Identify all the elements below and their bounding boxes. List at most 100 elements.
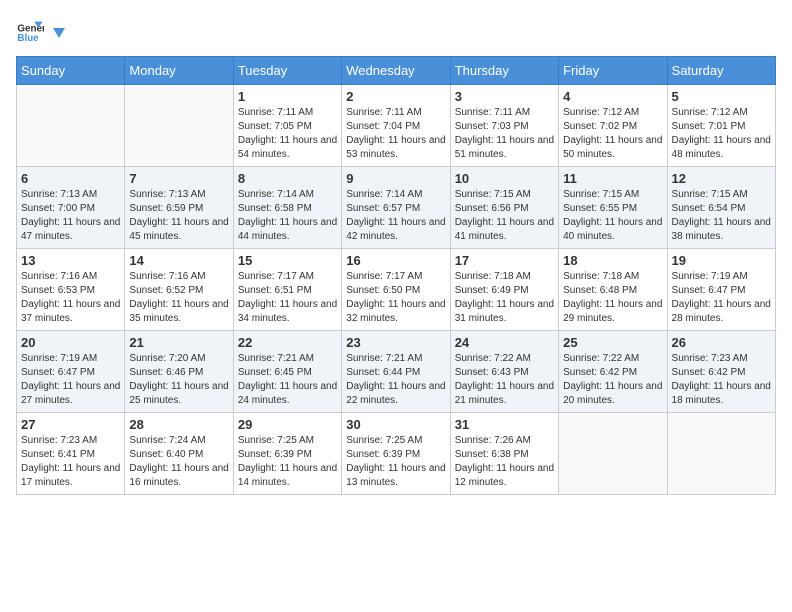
day-number: 11 [563, 171, 662, 186]
day-cell-14: 14 Sunrise: 7:16 AMSunset: 6:52 PMDayligh… [125, 249, 233, 331]
day-info: Sunrise: 7:13 AMSunset: 7:00 PMDaylight:… [21, 188, 120, 244]
day-cell-2: 2 Sunrise: 7:11 AMSunset: 7:04 PMDaylight… [342, 85, 450, 167]
day-info: Sunrise: 7:15 AMSunset: 6:56 PMDaylight:… [455, 188, 554, 244]
weekday-header-row: SundayMondayTuesdayWednesdayThursdayFrid… [17, 57, 776, 85]
day-info: Sunrise: 7:25 AMSunset: 6:39 PMDaylight:… [346, 434, 445, 490]
day-info: Sunrise: 7:16 AMSunset: 6:53 PMDaylight:… [21, 270, 120, 326]
day-cell-12: 12Sunrise: 7:15 AMSunset: 6:54 PMDayligh… [667, 167, 775, 249]
day-number: 9 [346, 171, 445, 186]
logo-triangle-icon [49, 24, 67, 42]
day-cell-10: 10 Sunrise: 7:15 AMSunset: 6:56 PMDayligh… [450, 167, 558, 249]
day-number: 27 [21, 417, 120, 432]
day-info: Sunrise: 7:16 AMSunset: 6:52 PMDaylight:… [129, 270, 228, 326]
day-info: Sunrise: 7:11 AMSunset: 7:03 PMDaylight:… [455, 106, 554, 162]
day-number: 2 [346, 89, 445, 104]
day-cell-1: 1 Sunrise: 7:11 AMSunset: 7:05 PMDaylight… [233, 85, 341, 167]
day-info: Sunrise: 7:23 AMSunset: 6:41 PMDaylight:… [21, 434, 120, 490]
day-cell-20: 20 Sunrise: 7:19 AMSunset: 6:47 PMDayligh… [17, 331, 125, 413]
week-row-2: 6Sunrise: 7:13 AMSunset: 7:00 PMDaylight… [17, 167, 776, 249]
day-info: Sunrise: 7:12 AMSunset: 7:02 PMDaylight:… [563, 106, 662, 162]
day-info: Sunrise: 7:24 AMSunset: 6:40 PMDaylight:… [129, 434, 228, 490]
day-info: Sunrise: 7:22 AMSunset: 6:42 PMDaylight:… [563, 352, 662, 408]
day-info: Sunrise: 7:21 AMSunset: 6:44 PMDaylight:… [346, 352, 445, 408]
day-info: Sunrise: 7:15 AMSunset: 6:54 PMDaylight:… [672, 188, 771, 244]
weekday-header-thursday: Thursday [450, 57, 558, 85]
day-number: 25 [563, 335, 662, 350]
day-number: 16 [346, 253, 445, 268]
day-number: 7 [129, 171, 228, 186]
day-number: 15 [238, 253, 337, 268]
day-number: 28 [129, 417, 228, 432]
day-cell-29: 29 Sunrise: 7:25 AMSunset: 6:39 PMDayligh… [233, 413, 341, 495]
day-cell-5: 5 Sunrise: 7:12 AMSunset: 7:01 PMDaylight… [667, 85, 775, 167]
weekday-header-tuesday: Tuesday [233, 57, 341, 85]
day-info: Sunrise: 7:11 AMSunset: 7:05 PMDaylight:… [238, 106, 337, 162]
day-cell-6: 6Sunrise: 7:13 AMSunset: 7:00 PMDaylight… [17, 167, 125, 249]
day-info: Sunrise: 7:18 AMSunset: 6:49 PMDaylight:… [455, 270, 554, 326]
day-info: Sunrise: 7:21 AMSunset: 6:45 PMDaylight:… [238, 352, 337, 408]
empty-day-cell [667, 413, 775, 495]
day-info: Sunrise: 7:12 AMSunset: 7:01 PMDaylight:… [672, 106, 771, 162]
day-info: Sunrise: 7:14 AMSunset: 6:58 PMDaylight:… [238, 188, 337, 244]
day-info: Sunrise: 7:14 AMSunset: 6:57 PMDaylight:… [346, 188, 445, 244]
day-cell-25: 25 Sunrise: 7:22 AMSunset: 6:42 PMDayligh… [559, 331, 667, 413]
weekday-header-wednesday: Wednesday [342, 57, 450, 85]
day-info: Sunrise: 7:11 AMSunset: 7:04 PMDaylight:… [346, 106, 445, 162]
day-number: 14 [129, 253, 228, 268]
day-cell-31: 31 Sunrise: 7:26 AMSunset: 6:38 PMDayligh… [450, 413, 558, 495]
logo-icon: General Blue [16, 16, 44, 44]
day-cell-7: 7 Sunrise: 7:13 AMSunset: 6:59 PMDaylight… [125, 167, 233, 249]
svg-text:Blue: Blue [17, 33, 39, 44]
day-cell-8: 8 Sunrise: 7:14 AMSunset: 6:58 PMDaylight… [233, 167, 341, 249]
day-info: Sunrise: 7:23 AMSunset: 6:42 PMDaylight:… [672, 352, 771, 408]
week-row-3: 13 Sunrise: 7:16 AMSunset: 6:53 PMDayligh… [17, 249, 776, 331]
day-number: 13 [21, 253, 120, 268]
day-cell-28: 28 Sunrise: 7:24 AMSunset: 6:40 PMDayligh… [125, 413, 233, 495]
empty-day-cell [559, 413, 667, 495]
day-info: Sunrise: 7:17 AMSunset: 6:51 PMDaylight:… [238, 270, 337, 326]
day-cell-16: 16 Sunrise: 7:17 AMSunset: 6:50 PMDayligh… [342, 249, 450, 331]
day-number: 8 [238, 171, 337, 186]
weekday-header-sunday: Sunday [17, 57, 125, 85]
day-cell-23: 23 Sunrise: 7:21 AMSunset: 6:44 PMDayligh… [342, 331, 450, 413]
day-cell-3: 3Sunrise: 7:11 AMSunset: 7:03 PMDaylight… [450, 85, 558, 167]
day-info: Sunrise: 7:17 AMSunset: 6:50 PMDaylight:… [346, 270, 445, 326]
calendar-table: SundayMondayTuesdayWednesdayThursdayFrid… [16, 56, 776, 495]
day-number: 4 [563, 89, 662, 104]
day-cell-9: 9 Sunrise: 7:14 AMSunset: 6:57 PMDaylight… [342, 167, 450, 249]
weekday-header-friday: Friday [559, 57, 667, 85]
day-number: 19 [672, 253, 771, 268]
day-number: 30 [346, 417, 445, 432]
week-row-4: 20 Sunrise: 7:19 AMSunset: 6:47 PMDayligh… [17, 331, 776, 413]
day-number: 10 [455, 171, 554, 186]
day-number: 23 [346, 335, 445, 350]
day-cell-21: 21Sunrise: 7:20 AMSunset: 6:46 PMDayligh… [125, 331, 233, 413]
header: General Blue [16, 16, 776, 44]
empty-day-cell [17, 85, 125, 167]
day-number: 31 [455, 417, 554, 432]
day-info: Sunrise: 7:19 AMSunset: 6:47 PMDaylight:… [21, 352, 120, 408]
day-info: Sunrise: 7:13 AMSunset: 6:59 PMDaylight:… [129, 188, 228, 244]
day-number: 26 [672, 335, 771, 350]
day-number: 17 [455, 253, 554, 268]
day-number: 24 [455, 335, 554, 350]
logo: General Blue [16, 16, 68, 44]
day-info: Sunrise: 7:22 AMSunset: 6:43 PMDaylight:… [455, 352, 554, 408]
day-info: Sunrise: 7:26 AMSunset: 6:38 PMDaylight:… [455, 434, 554, 490]
day-info: Sunrise: 7:19 AMSunset: 6:47 PMDaylight:… [672, 270, 771, 326]
day-info: Sunrise: 7:25 AMSunset: 6:39 PMDaylight:… [238, 434, 337, 490]
day-info: Sunrise: 7:18 AMSunset: 6:48 PMDaylight:… [563, 270, 662, 326]
day-number: 21 [129, 335, 228, 350]
day-cell-18: 18 Sunrise: 7:18 AMSunset: 6:48 PMDayligh… [559, 249, 667, 331]
day-number: 20 [21, 335, 120, 350]
day-cell-30: 30 Sunrise: 7:25 AMSunset: 6:39 PMDayligh… [342, 413, 450, 495]
day-number: 5 [672, 89, 771, 104]
day-cell-13: 13 Sunrise: 7:16 AMSunset: 6:53 PMDayligh… [17, 249, 125, 331]
day-number: 22 [238, 335, 337, 350]
weekday-header-saturday: Saturday [667, 57, 775, 85]
weekday-header-monday: Monday [125, 57, 233, 85]
day-number: 29 [238, 417, 337, 432]
day-number: 1 [238, 89, 337, 104]
day-number: 18 [563, 253, 662, 268]
week-row-5: 27 Sunrise: 7:23 AMSunset: 6:41 PMDayligh… [17, 413, 776, 495]
